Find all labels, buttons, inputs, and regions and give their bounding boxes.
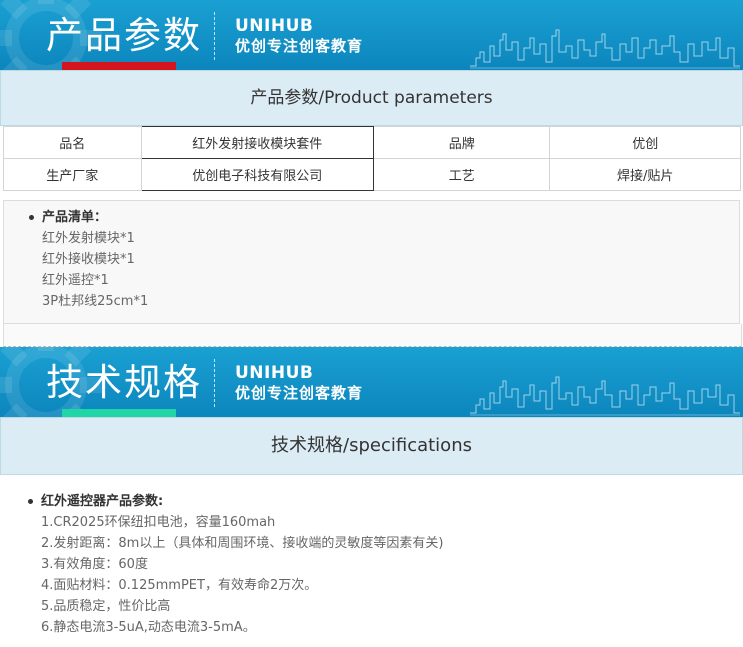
list-item: 红外遥控*1 (42, 273, 109, 288)
list-item: 红外接收模块*1 (42, 252, 135, 267)
product-list: 产品清单： 红外发射模块*1 红外接收模块*1 红外遥控*1 3P杜邦线25cm… (3, 200, 740, 324)
section-heading-specifications: 技术规格/specifications (0, 417, 743, 475)
banner-product-params: 产品参数 UNIHUB 优创专注创客教育 (0, 0, 743, 70)
city-skyline-icon (470, 376, 740, 416)
banner-title: 技术规格 (46, 361, 202, 404)
section-heading-text: 产品参数/Product parameters (250, 88, 493, 108)
brand-slogan: 优创专注创客教育 (235, 384, 364, 402)
list-item: 3.有效角度：60度 (41, 557, 148, 572)
table-cell: 生产厂家 (3, 158, 142, 191)
params-table: 品名 红外发射接收模块套件 品牌 优创 生产厂家 优创电子科技有限公司 工艺 焊… (3, 126, 741, 191)
list-item: 3P杜邦线25cm*1 (42, 294, 149, 309)
table-cell: 优创电子科技有限公司 (140, 158, 374, 191)
table-cell: 品牌 (372, 126, 551, 159)
list-item: 5.品质稳定，性价比高 (41, 599, 171, 614)
table-cell: 品名 (3, 126, 142, 159)
banner-specifications: 技术规格 UNIHUB 优创专注创客教育 (0, 347, 743, 417)
list-item: 4.面贴材料：0.125mmPET，有效寿命2万次。 (41, 578, 318, 593)
table-row: 生产厂家 优创电子科技有限公司 工艺 焊接/贴片 (3, 158, 741, 191)
table-cell: 工艺 (372, 158, 551, 191)
list-item: 6.静态电流3-5uA,动态电流3-5mA。 (41, 620, 256, 635)
list-item: 1.CR2025环保纽扣电池，容量160mah (41, 515, 276, 530)
table-cell: 焊接/贴片 (549, 158, 741, 191)
banner-divider (214, 359, 215, 407)
banner-divider (214, 12, 215, 60)
title-underline (62, 62, 176, 70)
brand-name: UNIHUB (235, 363, 314, 383)
table-row: 品名 红外发射接收模块套件 品牌 优创 (3, 126, 741, 159)
list-heading: 产品清单： (4, 207, 739, 228)
city-skyline-icon (470, 29, 740, 69)
section-heading-product-params: 产品参数/Product parameters (0, 70, 743, 126)
section-gap (3, 324, 742, 347)
brand-slogan: 优创专注创客教育 (235, 37, 364, 55)
banner-title: 产品参数 (46, 14, 202, 57)
brand-name: UNIHUB (235, 16, 314, 36)
title-underline (62, 409, 176, 417)
spec-list: 红外遥控器产品参数: 1.CR2025环保纽扣电池，容量160mah 2.发射距… (3, 486, 740, 647)
table-cell: 红外发射接收模块套件 (140, 126, 374, 159)
list-item: 红外发射模块*1 (42, 231, 135, 246)
section-heading-text: 技术规格/specifications (271, 435, 472, 456)
list-item: 2.发射距离：8m以上（具体和周围环境、接收端的灵敏度等因素有关) (41, 536, 444, 551)
table-cell: 优创 (549, 126, 741, 159)
list-heading: 红外遥控器产品参数: (3, 491, 740, 512)
product-detail-page: 产品参数 UNIHUB 优创专注创客教育 产品参数/Product parame… (0, 0, 743, 647)
